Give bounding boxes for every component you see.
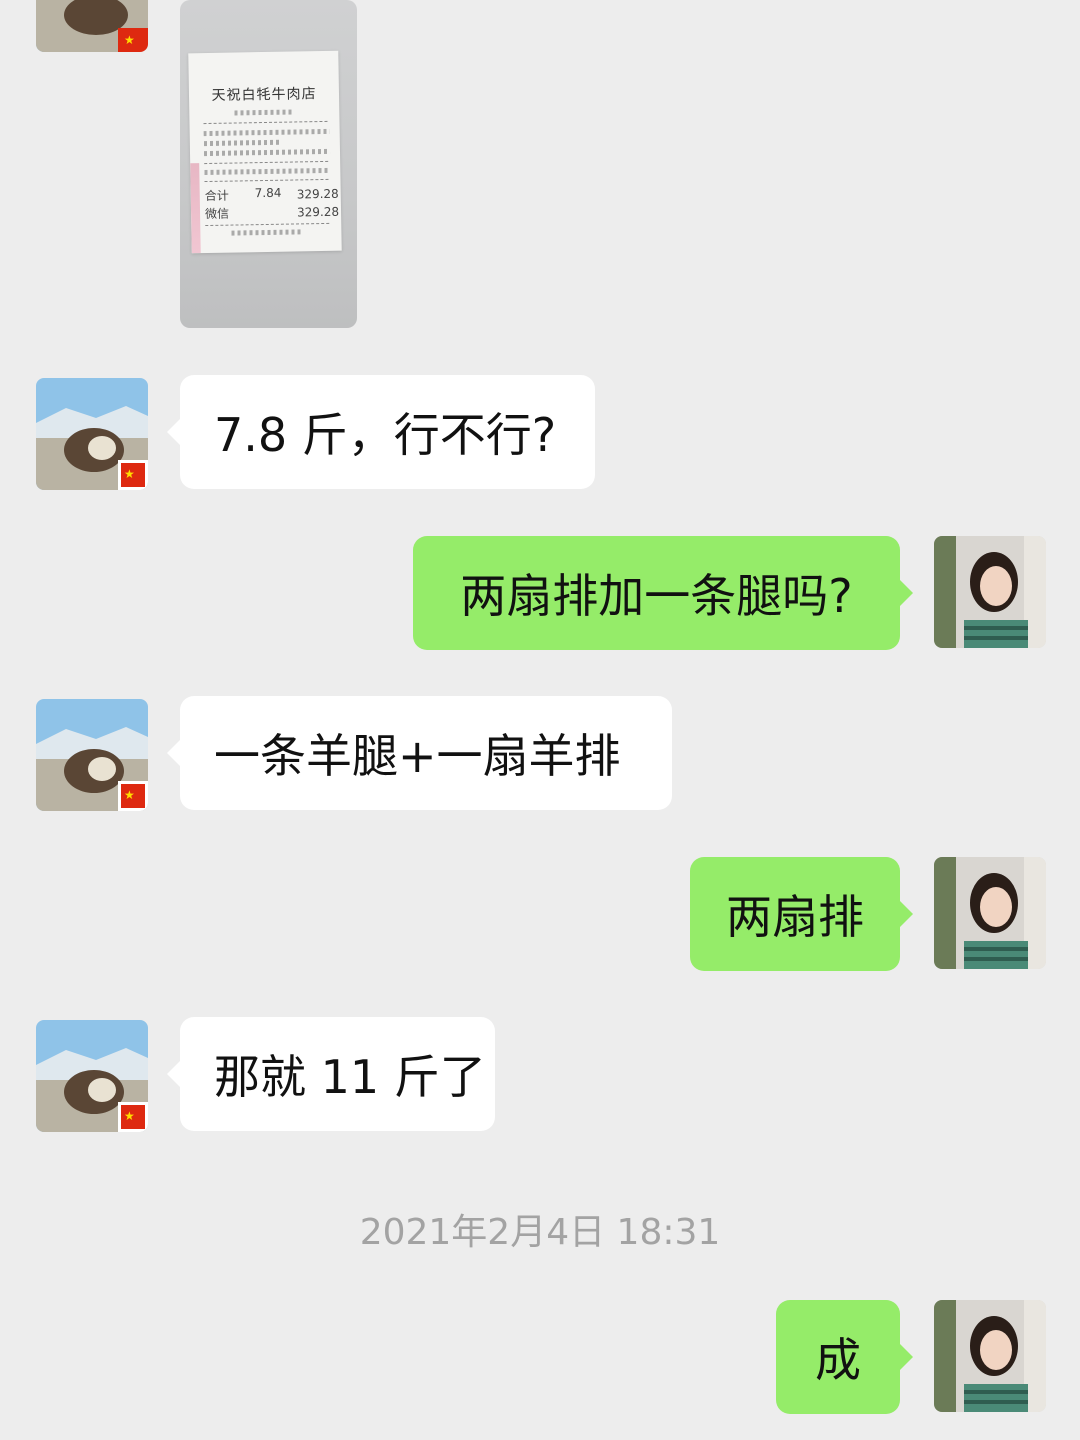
receipt-total-amount: 329.28 xyxy=(296,186,339,202)
message-text: 成 xyxy=(815,1333,861,1387)
contact-avatar[interactable]: ★ xyxy=(36,378,148,490)
message-bubble-incoming[interactable]: 7.8 斤，行不行? xyxy=(167,375,595,489)
message-text: 两扇排加一条腿吗? xyxy=(460,569,853,623)
message-text: 那就 11 斤了 xyxy=(214,1050,486,1104)
svg-text:★: ★ xyxy=(124,1109,135,1123)
svg-text:★: ★ xyxy=(124,33,135,47)
message-text: 一条羊腿+一扇羊排 xyxy=(214,729,621,783)
my-avatar[interactable] xyxy=(934,536,1046,648)
receipt-paid-amount: 329.28 xyxy=(296,204,340,220)
message-bubble-incoming[interactable]: 那就 11 斤了 xyxy=(167,1017,495,1131)
receipt-total-label: 合计 xyxy=(204,188,229,204)
message-bubble-incoming[interactable]: 一条羊腿+一扇羊排 xyxy=(167,696,672,810)
receipt-total-qty: 7.84 xyxy=(254,185,282,201)
message-text: 两扇排 xyxy=(726,890,864,944)
receipt-paper: 天祝白牦牛肉店 合计 7.84 329.28 微信 329.28 xyxy=(188,50,342,254)
contact-avatar[interactable]: ★ xyxy=(36,699,148,811)
receipt-store-name: 天祝白牦牛肉店 xyxy=(211,86,317,104)
receipt-image-message[interactable]: 天祝白牦牛肉店 合计 7.84 329.28 微信 329.28 xyxy=(180,0,357,328)
my-avatar[interactable] xyxy=(934,1300,1046,1412)
receipt-paid-label: 微信 xyxy=(204,206,230,222)
contact-avatar[interactable]: ★ xyxy=(36,1020,148,1132)
svg-text:★: ★ xyxy=(124,467,135,481)
svg-text:★: ★ xyxy=(124,788,135,802)
message-bubble-outgoing[interactable]: 两扇排加一条腿吗? xyxy=(413,536,913,650)
chat-timestamp: 2021年2月4日 18:31 xyxy=(359,1212,721,1253)
message-bubble-outgoing[interactable]: 两扇排 xyxy=(690,857,913,971)
message-text: 7.8 斤，行不行? xyxy=(214,408,557,462)
chat-view: ★ 天祝白牦牛肉店 合计 7.84 329.28 微信 329.28 ★ 7.8… xyxy=(0,0,1080,1440)
my-avatar[interactable] xyxy=(934,857,1046,969)
contact-avatar[interactable]: ★ xyxy=(36,0,148,52)
message-bubble-outgoing[interactable]: 成 xyxy=(776,1300,913,1414)
